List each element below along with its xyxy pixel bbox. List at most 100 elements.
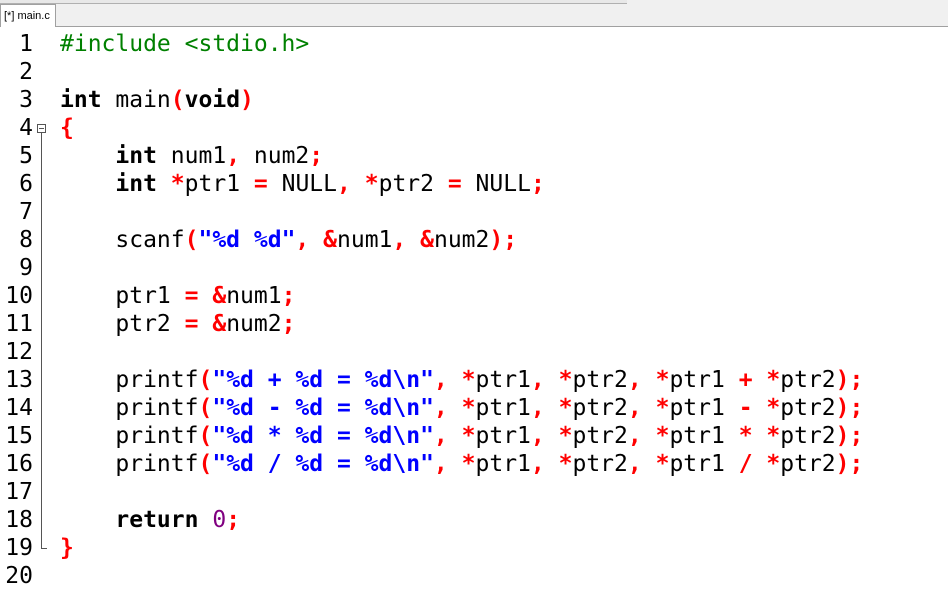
- code-token: ,: [530, 423, 545, 449]
- code-token: (: [184, 227, 199, 253]
- code-token: ,: [530, 367, 545, 393]
- code-text: return 0;: [60, 506, 240, 534]
- code-token: ptr1: [475, 423, 531, 449]
- code-token: ,: [226, 143, 241, 169]
- line-number: 4: [19, 115, 33, 141]
- code-token: ptr2: [60, 311, 185, 337]
- code-token: ;: [309, 143, 324, 169]
- code-token: (: [170, 87, 185, 113]
- fold-collapse-icon[interactable]: [37, 124, 46, 133]
- code-token: \n: [392, 451, 421, 477]
- code-token: "%d * %d = %d: [212, 423, 393, 449]
- code-token: ,: [433, 367, 448, 393]
- code-token: ,: [627, 451, 642, 477]
- code-text: int main(void): [60, 86, 254, 114]
- code-token: *: [766, 451, 781, 477]
- code-token: *: [461, 451, 476, 477]
- code-token: *: [461, 395, 476, 421]
- line-number: 13: [5, 367, 33, 393]
- code-text: int num1, num2;: [60, 142, 323, 170]
- code-token: "%d %d": [198, 227, 296, 253]
- code-token: num2: [240, 143, 310, 169]
- code-token: *: [766, 395, 781, 421]
- code-token: NULL: [461, 171, 531, 197]
- code-token: ;: [281, 283, 296, 309]
- window-top-strip: [0, 0, 627, 4]
- code-token: return: [115, 507, 199, 533]
- code-token: ): [240, 87, 254, 113]
- code-token: *: [766, 423, 781, 449]
- code-token: /: [738, 451, 753, 477]
- code-token: #include <stdio.h>: [60, 31, 310, 57]
- code-text: ptr1 = &num1;: [60, 282, 295, 310]
- code-token: 0: [212, 507, 227, 533]
- line-number: 5: [19, 143, 33, 169]
- code-token: ": [420, 423, 434, 449]
- code-token: =: [447, 171, 462, 197]
- line-number: 15: [5, 423, 33, 449]
- code-token: ptr2: [572, 423, 628, 449]
- code-token: ;: [530, 171, 545, 197]
- code-text: int *ptr1 = NULL, *ptr2 = NULL;: [60, 170, 545, 198]
- code-token: ,: [627, 367, 642, 393]
- code-token: ptr2: [572, 451, 628, 477]
- tab-main-c[interactable]: [*] main.c: [0, 4, 56, 27]
- code-token: ;: [226, 507, 241, 533]
- code-token: void: [184, 87, 241, 113]
- code-token: ptr1: [669, 423, 739, 449]
- code-token: *: [766, 367, 781, 393]
- code-text: scanf("%d %d", &num1, &num2);: [60, 226, 517, 254]
- code-token: ": [420, 367, 434, 393]
- code-token: &: [323, 227, 337, 253]
- line-number: 8: [19, 227, 33, 253]
- code-token: ptr1: [669, 367, 739, 393]
- code-token: ,: [392, 227, 407, 253]
- code-text: printf("%d + %d = %d\n", *ptr1, *ptr2, *…: [60, 366, 863, 394]
- code-token: "%d - %d = %d: [212, 395, 393, 421]
- code-token: ptr1: [475, 451, 531, 477]
- code-token: *: [558, 451, 573, 477]
- code-token: ptr2: [780, 423, 836, 449]
- tab-divider: [56, 26, 948, 27]
- code-token: num1: [156, 143, 227, 169]
- code-token: =: [253, 171, 268, 197]
- code-token: *: [655, 423, 670, 449]
- code-token: =: [184, 283, 199, 309]
- code-token: *: [558, 367, 573, 393]
- code-token: num1: [337, 227, 393, 253]
- code-token: ptr2: [378, 171, 448, 197]
- code-token: *: [461, 367, 476, 393]
- code-token: &: [212, 311, 227, 337]
- code-token: num1: [226, 283, 282, 309]
- code-token: *: [655, 367, 670, 393]
- code-token: );: [835, 451, 864, 477]
- code-token: ptr1: [60, 283, 185, 309]
- code-token: ": [420, 451, 434, 477]
- code-token: int: [60, 87, 102, 113]
- code-token: \n: [392, 395, 421, 421]
- line-number: 14: [5, 395, 33, 421]
- code-token: &: [212, 283, 227, 309]
- tab-bar: [*] main.c: [0, 0, 948, 27]
- code-text: }: [60, 534, 74, 562]
- code-token: num2: [226, 311, 282, 337]
- code-token: {: [60, 115, 74, 141]
- code-token: int: [115, 143, 157, 169]
- code-token: ;: [281, 311, 296, 337]
- code-token: *: [461, 423, 476, 449]
- code-token: main: [101, 87, 171, 113]
- code-token: scanf: [60, 227, 185, 253]
- line-number: 9: [19, 255, 33, 281]
- line-number: 17: [5, 479, 33, 505]
